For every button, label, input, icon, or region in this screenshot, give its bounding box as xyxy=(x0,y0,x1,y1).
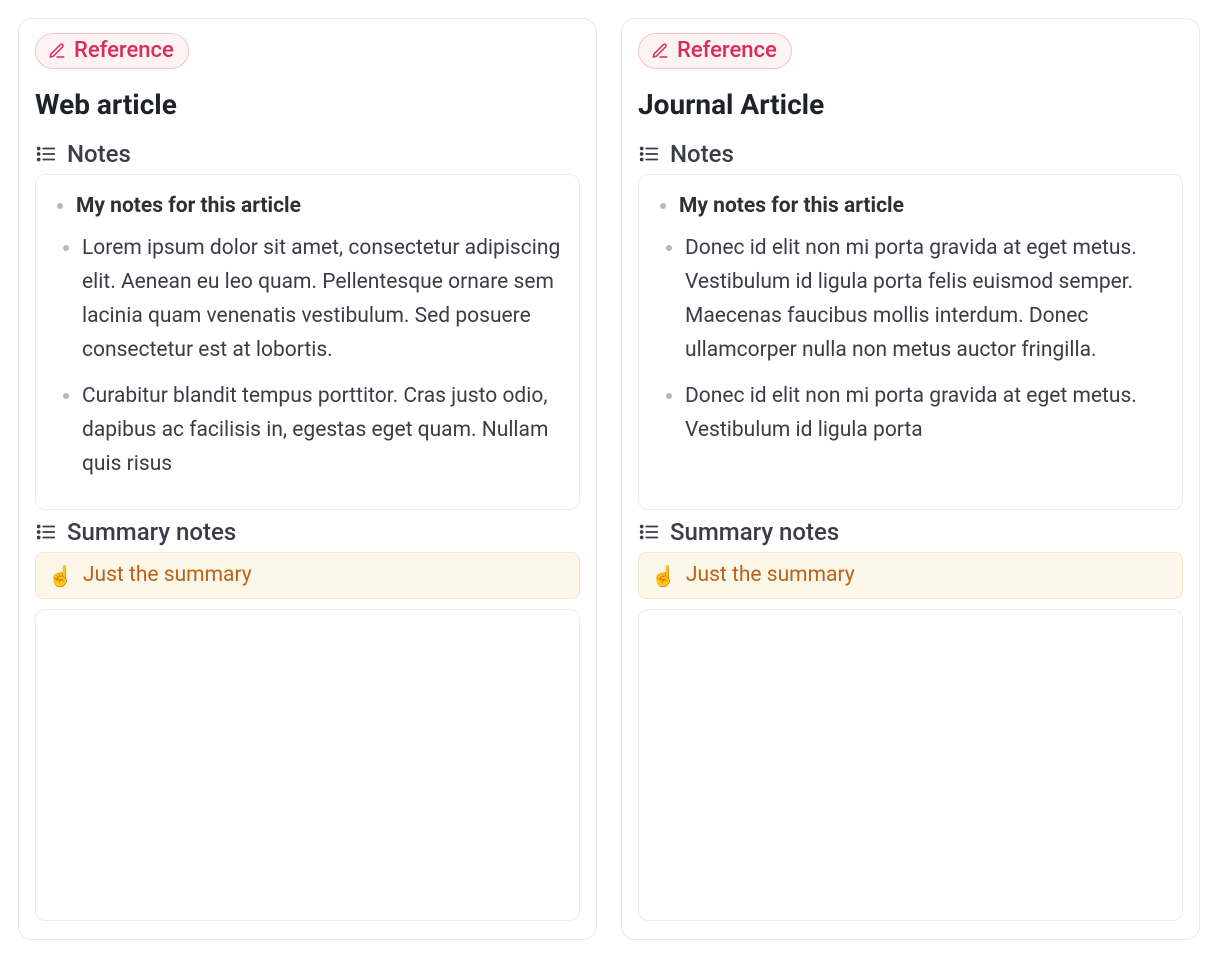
summary-text: Just the summary xyxy=(686,561,855,590)
reference-card: Reference Journal Article Notes My notes… xyxy=(621,18,1200,940)
reference-badge[interactable]: Reference xyxy=(638,33,792,69)
notes-heading: My notes for this article xyxy=(679,189,1166,223)
reference-badge-label: Reference xyxy=(74,40,174,62)
summary-section-head: Summary notes xyxy=(35,518,580,546)
reference-badge-label: Reference xyxy=(677,40,777,62)
summary-text: Just the summary xyxy=(83,561,252,590)
summary-section-head: Summary notes xyxy=(638,518,1183,546)
list-icon xyxy=(35,143,57,165)
summary-label: Summary notes xyxy=(670,518,839,546)
card-title: Web article xyxy=(35,87,580,122)
notes-box[interactable]: My notes for this article Donec id elit … xyxy=(638,174,1183,510)
reference-card: Reference Web article Notes My notes for… xyxy=(18,18,597,940)
list-icon xyxy=(35,521,57,543)
pointing-up-icon: ☝️ xyxy=(651,566,676,586)
notes-label: Notes xyxy=(67,140,131,168)
notes-section-head: Notes xyxy=(35,140,580,168)
summary-box[interactable]: ☝️ Just the summary xyxy=(35,552,580,599)
summary-box[interactable]: ☝️ Just the summary xyxy=(638,552,1183,599)
notes-box[interactable]: My notes for this article Lorem ipsum do… xyxy=(35,174,580,510)
notes-label: Notes xyxy=(670,140,734,168)
note-item: Lorem ipsum dolor sit amet, consectetur … xyxy=(82,231,563,367)
empty-notes-area[interactable] xyxy=(638,609,1183,921)
pointing-up-icon: ☝️ xyxy=(48,566,73,586)
notes-section-head: Notes xyxy=(638,140,1183,168)
edit-icon xyxy=(651,42,669,60)
list-icon xyxy=(638,143,660,165)
summary-label: Summary notes xyxy=(67,518,236,546)
note-item: Donec id elit non mi porta gravida at eg… xyxy=(685,379,1166,447)
edit-icon xyxy=(48,42,66,60)
notes-heading: My notes for this article xyxy=(76,189,563,223)
reference-badge[interactable]: Reference xyxy=(35,33,189,69)
note-item: Curabitur blandit tempus porttitor. Cras… xyxy=(82,379,563,481)
note-item: Donec id elit non mi porta gravida at eg… xyxy=(685,231,1166,367)
empty-notes-area[interactable] xyxy=(35,609,580,921)
card-title: Journal Article xyxy=(638,87,1183,122)
cards-row: Reference Web article Notes My notes for… xyxy=(18,18,1200,940)
list-icon xyxy=(638,521,660,543)
